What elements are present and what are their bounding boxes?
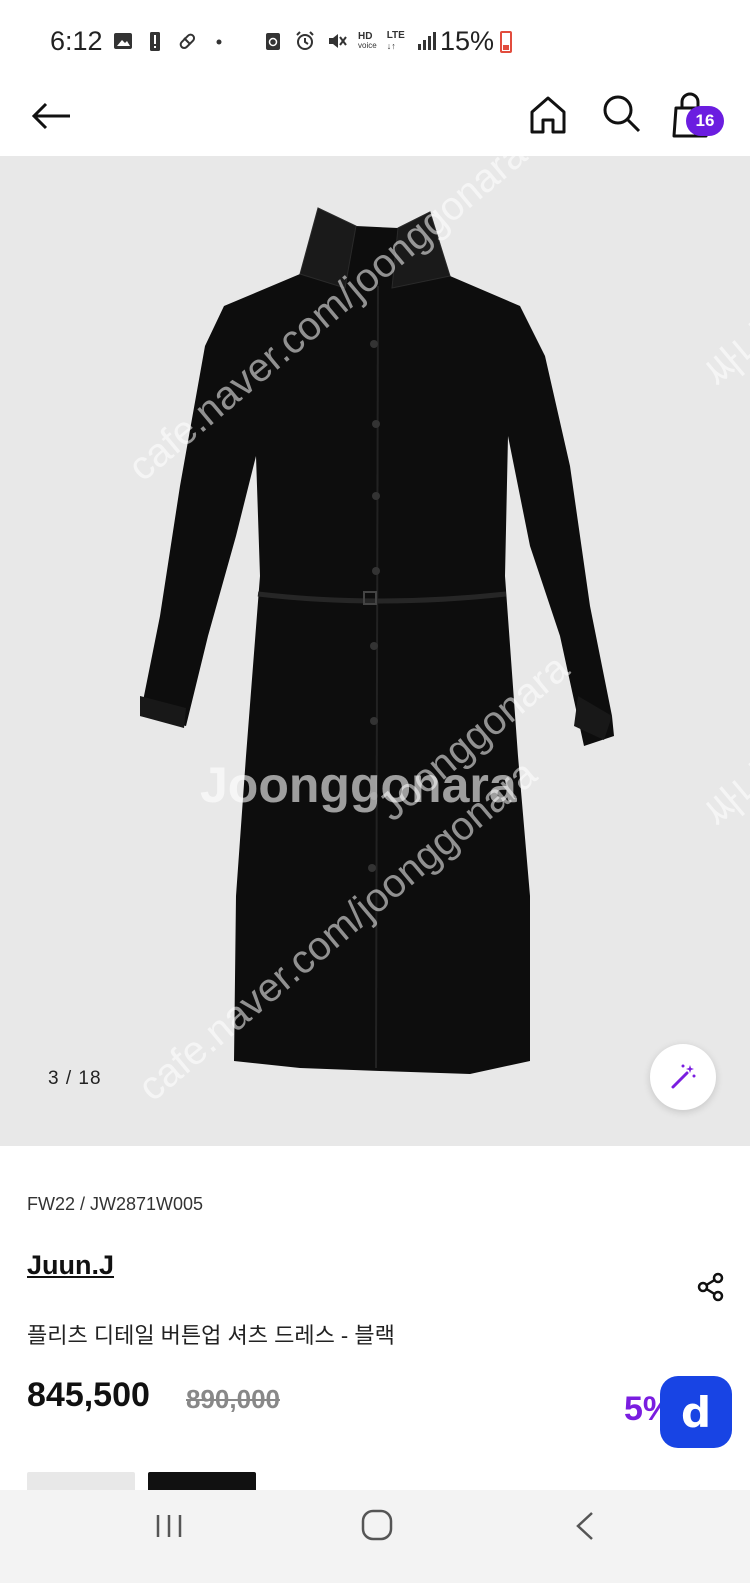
back-nav-icon[interactable] [572, 1510, 598, 1542]
search-icon[interactable] [600, 92, 642, 134]
battery-status: 15% [440, 26, 513, 57]
system-navigation-bar [0, 1490, 750, 1583]
status-right-icons: HD voice LTE ↓↑ [262, 30, 437, 52]
battery-alert-icon [150, 32, 160, 51]
magic-wand-icon [671, 1064, 696, 1089]
brand-link[interactable]: Juun.J [27, 1250, 114, 1281]
hd-label: HD [358, 31, 373, 42]
share-icon[interactable] [696, 1272, 726, 1302]
product-code: FW22 / JW2871W005 [27, 1194, 204, 1214]
cart-count-badge[interactable]: 16 [686, 106, 724, 136]
lte-icon: LTE ↓↑ [386, 30, 405, 52]
status-left-icons [112, 30, 230, 52]
lte-label: LTE [386, 30, 405, 41]
product-image-gallery[interactable]: cafe.naver.com/joonggonara Joonggonara c… [0, 156, 750, 1146]
battery-icon [500, 30, 513, 53]
mute-icon [329, 34, 347, 48]
status-time: 6:12 [50, 26, 103, 56]
image-icon [114, 33, 132, 49]
home-icon[interactable] [528, 94, 568, 136]
gallery-page-indicator: 3 / 18 [48, 1068, 102, 1089]
pill-icon [179, 33, 196, 50]
home-nav-icon[interactable] [360, 1508, 394, 1542]
option-button-secondary[interactable] [27, 1472, 135, 1490]
app-header [0, 86, 750, 156]
floating-d-button[interactable]: d [660, 1376, 732, 1448]
battery-text: 15% [440, 26, 495, 56]
status-bar: 6:12 HD voice LTE ↓↑ 15% [0, 0, 750, 86]
original-price: 890,000 [186, 1384, 280, 1414]
back-arrow-icon[interactable] [30, 96, 74, 136]
sale-price: 845,500 [27, 1376, 150, 1414]
dot-icon [216, 39, 222, 45]
hd-voice-icon: HD voice [358, 31, 377, 51]
lte-arrows: ↓↑ [386, 41, 396, 51]
voice-label: voice [358, 41, 377, 50]
signal-icon [417, 32, 436, 50]
magic-wand-button[interactable] [650, 1044, 716, 1110]
alarm-icon [296, 31, 314, 50]
option-button-primary[interactable] [148, 1472, 256, 1490]
product-title: 플리츠 디테일 버튼업 셔츠 드레스 - 블랙 [27, 1323, 395, 1348]
recycle-icon [266, 33, 280, 50]
recent-apps-icon[interactable] [153, 1512, 185, 1540]
product-image [140, 207, 614, 1074]
